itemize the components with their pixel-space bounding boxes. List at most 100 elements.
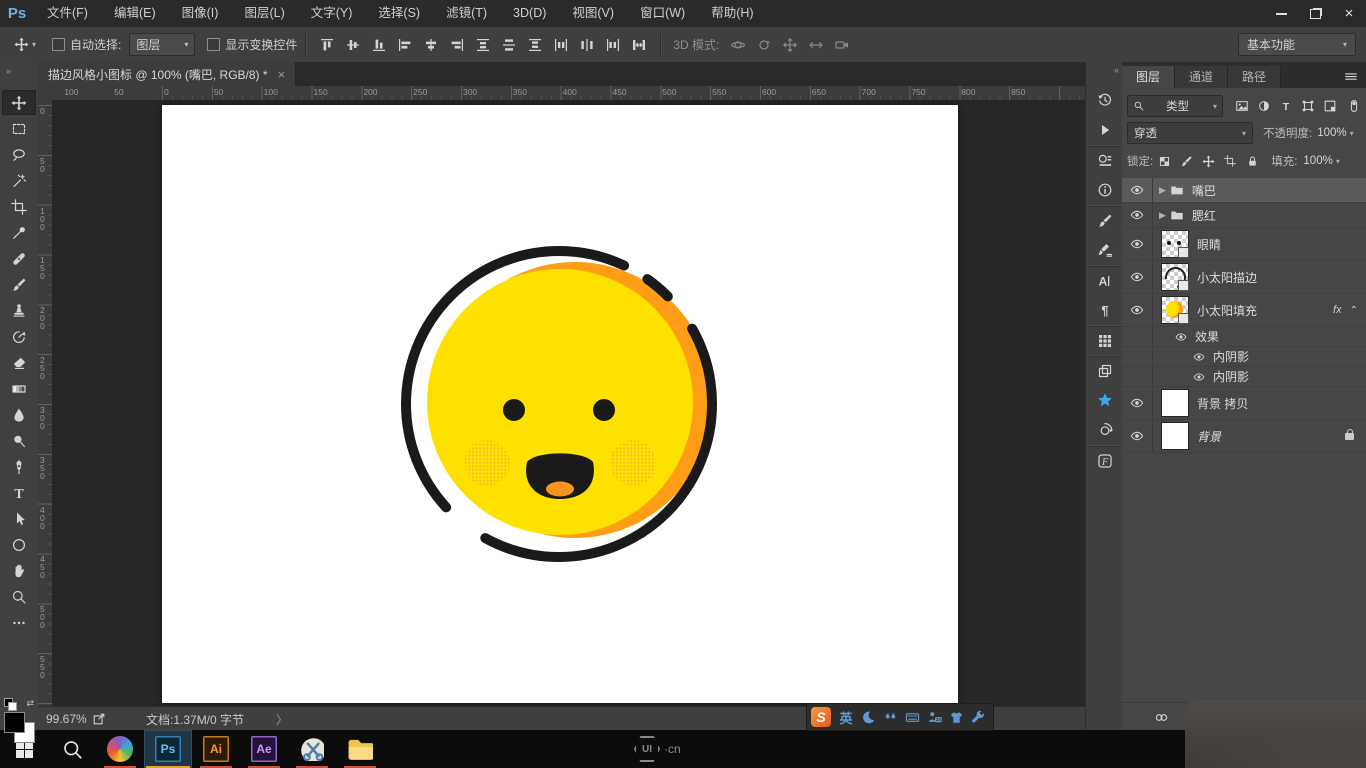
layer-row-小太阳填充[interactable]: 小太阳填充 fx ⌃ bbox=[1122, 294, 1366, 327]
visibility-cell[interactable] bbox=[1122, 294, 1153, 326]
mode3d-button-orbit-3d-icon[interactable] bbox=[726, 33, 750, 57]
tab-图层[interactable]: 图层 bbox=[1122, 66, 1176, 88]
ruler-origin[interactable] bbox=[38, 86, 53, 101]
eye-icon[interactable] bbox=[1130, 183, 1144, 197]
ime-tshirt-icon[interactable] bbox=[945, 706, 967, 728]
dock-panel-character[interactable]: A bbox=[1086, 266, 1123, 295]
link-layers-icon[interactable] bbox=[1154, 710, 1169, 725]
layer-row-小太阳描边[interactable]: 小太阳描边 bbox=[1122, 261, 1366, 294]
menu-item[interactable]: 帮助(H) bbox=[698, 0, 766, 27]
layer-row-内阴影[interactable]: 内阴影 bbox=[1122, 367, 1366, 387]
tool-type[interactable]: T bbox=[2, 480, 36, 505]
tool-eyedropper[interactable] bbox=[2, 220, 36, 245]
lock-artboard-button[interactable] bbox=[1219, 151, 1241, 171]
align-button-align-hcenter-icon[interactable] bbox=[419, 33, 443, 57]
dock-panel-styles[interactable]: F bbox=[1086, 446, 1123, 475]
tool-crop[interactable] bbox=[2, 194, 36, 219]
fx-label[interactable]: fx bbox=[1333, 304, 1342, 316]
dock-panel-history[interactable] bbox=[1086, 86, 1123, 114]
filter-button-filter-pixel-icon[interactable] bbox=[1231, 96, 1253, 116]
mode3d-button-roll-3d-icon[interactable] bbox=[752, 33, 776, 57]
auto-select-checkbox[interactable] bbox=[52, 38, 66, 51]
ime-language-mode[interactable]: 英 bbox=[835, 706, 857, 728]
layer-row-效果[interactable]: 效果 bbox=[1122, 327, 1366, 347]
dock-panel-actions[interactable] bbox=[1086, 116, 1123, 144]
menu-item[interactable]: 3D(D) bbox=[500, 0, 559, 27]
canvas-viewport[interactable] bbox=[52, 100, 1085, 706]
workspace-switcher[interactable]: 基本功能 ▾ bbox=[1238, 33, 1356, 56]
restore-button[interactable] bbox=[1298, 0, 1332, 27]
foreground-color-swatch[interactable] bbox=[4, 712, 25, 733]
tool-spot-healing[interactable] bbox=[2, 246, 36, 271]
filter-toggle[interactable] bbox=[1343, 96, 1365, 116]
tool-ellipse-tool[interactable] bbox=[2, 532, 36, 557]
tab-路径[interactable]: 路径 bbox=[1228, 66, 1282, 88]
dock-panel-brush-settings[interactable] bbox=[1086, 236, 1123, 264]
ime-quote-icon[interactable] bbox=[879, 706, 901, 728]
eye-icon[interactable] bbox=[1193, 371, 1205, 383]
tool-zoom[interactable] bbox=[2, 584, 36, 609]
mode3d-button-camera-3d-icon[interactable] bbox=[830, 33, 854, 57]
show-transform-checkbox[interactable] bbox=[207, 38, 221, 51]
filter-type-dropdown[interactable]: 类型 ▾ bbox=[1127, 95, 1223, 117]
taskbar-photoshop[interactable]: Ps bbox=[144, 730, 192, 768]
eye-icon[interactable] bbox=[1175, 331, 1187, 343]
taskbar-colorful-app[interactable] bbox=[96, 730, 144, 768]
dock-panel-favorites[interactable] bbox=[1086, 386, 1123, 414]
layer-thumbnail[interactable] bbox=[1161, 230, 1189, 258]
ime-keyboard-icon[interactable] bbox=[901, 706, 923, 728]
minimize-button[interactable] bbox=[1264, 0, 1298, 27]
layer-row-背景[interactable]: 背景 bbox=[1122, 420, 1366, 453]
align-button-align-bottom-icon[interactable] bbox=[367, 33, 391, 57]
menu-item[interactable]: 编辑(E) bbox=[101, 0, 169, 27]
align-button-align-left-icon[interactable] bbox=[393, 33, 417, 57]
layer-thumbnail[interactable] bbox=[1160, 262, 1191, 293]
filter-button-filter-smart-icon[interactable] bbox=[1319, 96, 1341, 116]
swap-colors-icon[interactable]: ⇄ bbox=[26, 698, 34, 709]
close-tab-icon[interactable]: × bbox=[278, 67, 286, 82]
tool-rect-marquee[interactable] bbox=[2, 116, 36, 141]
horizontal-ruler[interactable]: 100 50 0 50 100 150 200 250 300 350 400 450 500 550 60… bbox=[52, 86, 1085, 101]
eye-icon[interactable] bbox=[1193, 351, 1205, 363]
tool-pen[interactable] bbox=[2, 454, 36, 479]
eye-icon[interactable] bbox=[1130, 270, 1144, 284]
auto-select-dropdown[interactable]: 图层 ▾ bbox=[129, 33, 196, 56]
menu-item[interactable]: 滤镜(T) bbox=[433, 0, 500, 27]
taskbar-illustrator[interactable]: Ai bbox=[192, 730, 240, 768]
visibility-cell[interactable] bbox=[1122, 178, 1153, 202]
tool-blur[interactable] bbox=[2, 402, 36, 427]
menu-item[interactable]: 文件(F) bbox=[34, 0, 101, 27]
ime-person24-icon[interactable]: 24 bbox=[923, 706, 945, 728]
collapse-fx-chevron-icon[interactable]: ⌃ bbox=[1350, 305, 1358, 316]
opacity-value[interactable]: 100% bbox=[1317, 127, 1346, 139]
filter-button-filter-adjust-icon[interactable] bbox=[1253, 96, 1275, 116]
artboard[interactable] bbox=[162, 105, 958, 703]
tab-通道[interactable]: 通道 bbox=[1175, 66, 1229, 88]
visibility-cell[interactable] bbox=[1122, 347, 1153, 366]
tool-eraser[interactable] bbox=[2, 350, 36, 375]
lock-pixels-button[interactable] bbox=[1175, 151, 1197, 171]
tool-dodge[interactable] bbox=[2, 428, 36, 453]
close-button[interactable]: × bbox=[1332, 0, 1366, 27]
mode3d-button-pan-3d-icon[interactable] bbox=[778, 33, 802, 57]
expand-chevron-icon[interactable]: ▶ bbox=[1159, 210, 1166, 221]
align-button-dist-right-icon[interactable] bbox=[601, 33, 625, 57]
layer-row-嘴巴[interactable]: ▶ 嘴巴 bbox=[1122, 178, 1366, 203]
filter-button-filter-type-icon[interactable]: T bbox=[1275, 96, 1297, 116]
tool-brush[interactable] bbox=[2, 272, 36, 297]
tool-gradient[interactable] bbox=[2, 376, 36, 401]
taskbar-snip-tool[interactable] bbox=[288, 730, 336, 768]
visibility-cell[interactable] bbox=[1122, 203, 1153, 227]
taskbar-file-explorer[interactable] bbox=[336, 730, 384, 768]
tool-hand[interactable] bbox=[2, 558, 36, 583]
tool-clone-stamp[interactable] bbox=[2, 298, 36, 323]
align-button-align-right-icon[interactable] bbox=[445, 33, 469, 57]
layer-row-内阴影[interactable]: 内阴影 bbox=[1122, 347, 1366, 367]
lock-position-button[interactable] bbox=[1197, 151, 1219, 171]
layer-row-腮红[interactable]: ▶ 腮红 bbox=[1122, 203, 1366, 228]
visibility-cell[interactable] bbox=[1122, 387, 1153, 419]
tool-edit-toolbar[interactable] bbox=[2, 610, 36, 635]
mode3d-button-slide-3d-icon[interactable] bbox=[804, 33, 828, 57]
align-button-dist-bottom-icon[interactable] bbox=[523, 33, 547, 57]
dock-panel-layer-comps[interactable] bbox=[1086, 356, 1123, 385]
